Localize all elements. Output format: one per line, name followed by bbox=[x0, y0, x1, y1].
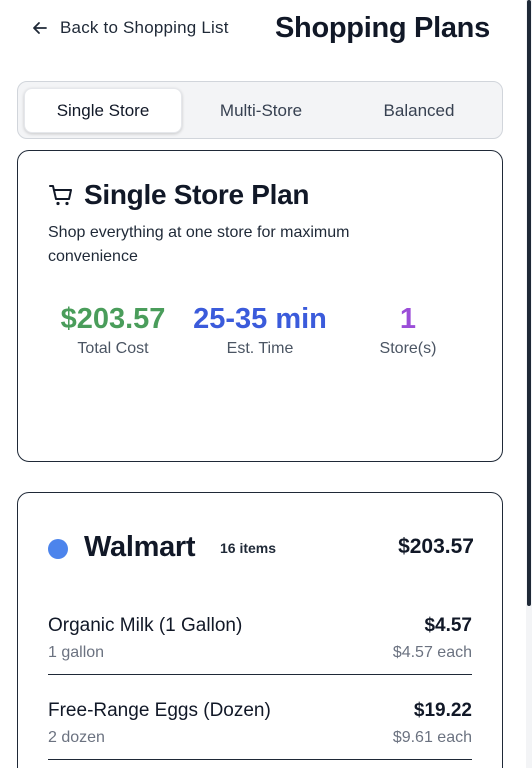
item-price: $19.22 bbox=[413, 700, 472, 721]
page-header: Back to Shopping List Shopping Plans bbox=[0, 0, 526, 60]
stores-caption: Store(s) bbox=[379, 340, 437, 357]
plan-heading: Single Store Plan bbox=[48, 179, 309, 211]
item-unit-price: $4.57 each bbox=[392, 644, 472, 661]
store-color-dot bbox=[48, 539, 68, 559]
scrollbar-thumb[interactable] bbox=[527, 0, 531, 606]
plan-title: Single Store Plan bbox=[84, 179, 310, 210]
total-cost-value: $203.57 bbox=[60, 303, 166, 335]
total-cost-caption: Total Cost bbox=[77, 340, 149, 357]
plan-type-tabs: Single Store Multi-Store Balanced bbox=[17, 81, 503, 139]
tab-single-store[interactable]: Single Store bbox=[24, 88, 182, 133]
item-quantity: 1 gallon bbox=[48, 644, 105, 661]
list-item: Organic Milk (1 Gallon) 1 gallon $4.57 $… bbox=[48, 615, 472, 675]
arrow-left-icon bbox=[33, 22, 47, 34]
page-title: Shopping Plans bbox=[275, 12, 490, 44]
back-to-shopping-list-link[interactable]: Back to Shopping List bbox=[32, 16, 229, 40]
cart-icon bbox=[49, 185, 72, 206]
single-store-plan-card: Single Store Plan Shop everything at one… bbox=[17, 150, 503, 462]
store-name: Walmart bbox=[84, 531, 196, 563]
item-unit-price: $9.61 each bbox=[392, 729, 472, 746]
tab-balanced[interactable]: Balanced bbox=[340, 88, 498, 133]
item-name: Organic Milk (1 Gallon) bbox=[48, 615, 243, 636]
list-item: Free-Range Eggs (Dozen) 2 dozen $19.22 $… bbox=[48, 700, 472, 760]
item-name: Free-Range Eggs (Dozen) bbox=[48, 700, 271, 721]
plan-description: Shop everything at one store for maximum… bbox=[48, 224, 350, 265]
stores-value: 1 bbox=[399, 303, 417, 335]
store-header: Walmart 16 items $203.57 bbox=[48, 531, 474, 567]
page-scrollbar[interactable] bbox=[526, 0, 532, 768]
total-cost-stat: $203.57 Total Cost bbox=[43, 299, 183, 359]
stores-stat: 1 Store(s) bbox=[338, 299, 478, 359]
est-time-stat: 25-35 min Est. Time bbox=[190, 299, 330, 359]
est-time-caption: Est. Time bbox=[226, 340, 294, 357]
store-total: $203.57 bbox=[398, 535, 474, 558]
back-link-label: Back to Shopping List bbox=[60, 18, 229, 37]
item-quantity: 2 dozen bbox=[48, 729, 105, 746]
est-time-value: 25-35 min bbox=[193, 303, 327, 335]
store-card-walmart: Walmart 16 items $203.57 Organic Milk (1… bbox=[17, 492, 503, 768]
tab-multi-store[interactable]: Multi-Store bbox=[182, 88, 340, 133]
store-item-count: 16 items bbox=[220, 540, 277, 556]
item-price: $4.57 bbox=[424, 615, 472, 636]
